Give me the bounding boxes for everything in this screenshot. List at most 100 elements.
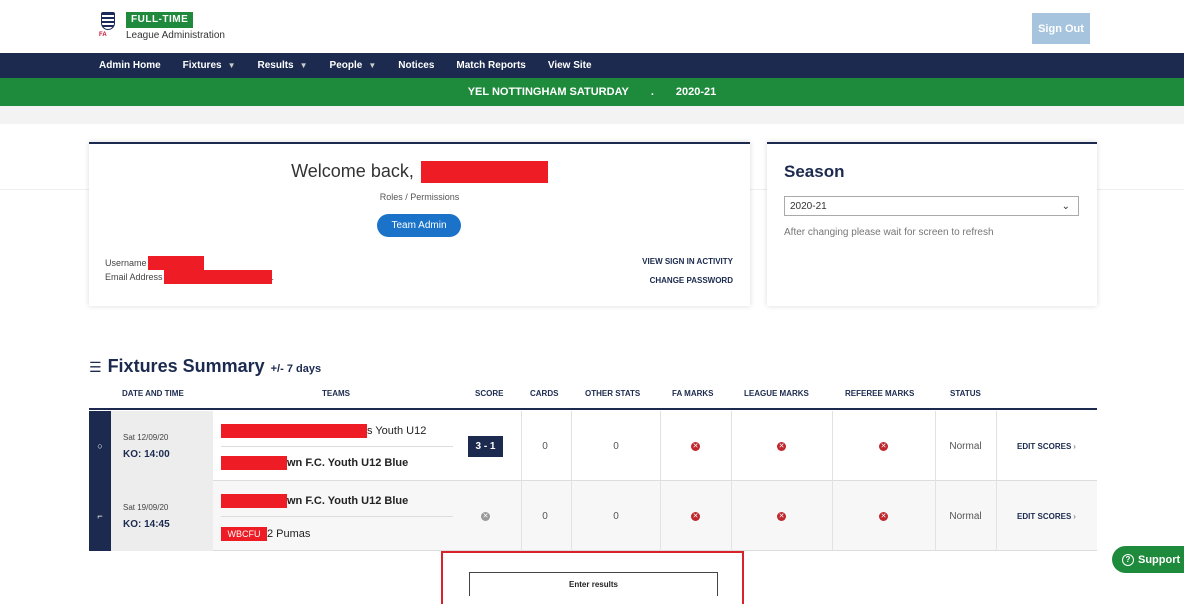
fixtures-title-text: Fixtures Summary xyxy=(107,356,265,376)
fixture-kickoff: KO: 14:00 xyxy=(123,449,170,460)
edit-scores-label: EDIT SCORES xyxy=(1017,441,1072,451)
view-sign-in-activity-link[interactable]: VIEW SIGN IN ACTIVITY xyxy=(642,257,733,266)
nav-item-fixtures[interactable]: Fixtures ▼ xyxy=(183,60,236,71)
season-title: Season xyxy=(784,162,845,181)
league-name: YEL NOTTINGHAM SATURDAY xyxy=(467,86,629,98)
season-card: Season 2020-21 ⌄ After changing please w… xyxy=(767,142,1097,306)
other-stats-cell: 0 xyxy=(613,440,619,452)
fixture-date: Sat 12/09/20 xyxy=(123,433,169,442)
fixtures-range: +/- 7 days xyxy=(270,363,322,375)
cross-circle-icon[interactable]: ✕ xyxy=(691,511,700,521)
email-suffix: . xyxy=(271,272,275,282)
fixture-date: Sat 19/09/20 xyxy=(123,503,169,512)
league-season: 2020-21 xyxy=(675,86,717,98)
chevron-down-icon: ⌄ xyxy=(1061,200,1070,212)
home-team: wn F.C. Youth U12 Blue xyxy=(221,494,408,508)
nav-label: Match Reports xyxy=(456,60,526,71)
league-bar: YEL NOTTINGHAM SATURDAY . 2020-21 xyxy=(0,78,1184,106)
welcome-title: Welcome back, xyxy=(89,161,750,184)
nav-label: Admin Home xyxy=(99,60,161,71)
page: FA FULL-TIME League Administration Sign … xyxy=(0,0,1184,604)
full-time-logo[interactable]: FA FULL-TIME League Administration xyxy=(99,12,225,41)
team-admin-button[interactable]: Team Admin xyxy=(377,214,461,237)
score-cell: 3 - 1 xyxy=(463,411,508,481)
row-status-icon: ⌐ xyxy=(89,481,111,551)
fa-marks-cell: ✕ xyxy=(660,411,731,481)
welcome-text: Welcome back, xyxy=(291,161,414,181)
username-label: Username xyxy=(105,258,147,268)
nav-item-admin-home[interactable]: Admin Home xyxy=(99,60,161,71)
col-teams[interactable]: TEAMS xyxy=(322,389,350,398)
date-cell: Sat 19/09/20 KO: 14:45 xyxy=(111,481,213,551)
caret-down-icon: ▼ xyxy=(227,61,236,70)
list-icon: ☰ xyxy=(89,359,102,375)
nav-item-people[interactable]: People ▼ xyxy=(330,60,377,71)
sub-bar xyxy=(0,106,1184,124)
cross-circle-icon[interactable]: ✕ xyxy=(879,511,888,521)
season-help-text: After changing please wait for screen to… xyxy=(784,227,994,238)
crest-label: FA xyxy=(99,32,107,38)
roles-label: Roles / Permissions xyxy=(379,192,460,202)
home-team: s Youth U12 xyxy=(221,424,426,438)
away-team: WBCFU 2 Pumas xyxy=(221,527,310,541)
nav-item-match-reports[interactable]: Match Reports xyxy=(456,60,525,71)
nav-item-notices[interactable]: Notices xyxy=(398,60,434,71)
caret-down-icon: ▼ xyxy=(299,61,308,70)
help-circle-icon: ? xyxy=(1122,553,1134,566)
fa-crest-icon: FA xyxy=(99,12,117,40)
edit-scores-label: EDIT SCORES xyxy=(1017,511,1072,521)
row-status-icon: ○ xyxy=(89,411,111,481)
email-row: Email Address . xyxy=(105,270,274,284)
col-status[interactable]: STATUS xyxy=(950,389,981,398)
nav-label: Results xyxy=(257,60,294,71)
username-row: Username xyxy=(105,256,204,270)
referee-marks-cell: ✕ xyxy=(832,481,935,551)
header-rule xyxy=(89,408,1097,410)
redacted-username xyxy=(147,256,204,270)
col-league-marks[interactable]: LEAGUE MARKS xyxy=(744,389,809,398)
cross-circle-icon[interactable]: ✕ xyxy=(777,441,786,451)
nav-item-view-site[interactable]: View Site xyxy=(548,60,592,71)
col-score[interactable]: SCORE xyxy=(475,389,503,398)
cross-circle-icon[interactable]: ✕ xyxy=(481,511,490,521)
away-team: wn F.C. Youth U12 Blue xyxy=(221,456,408,470)
chevron-right-icon: › xyxy=(1073,441,1076,451)
email-label: Email Address xyxy=(105,272,163,282)
date-cell: Sat 12/09/20 KO: 14:00 xyxy=(111,411,213,481)
edit-scores-link[interactable]: EDIT SCORES › xyxy=(996,411,1097,481)
chevron-right-icon: › xyxy=(1073,511,1076,521)
redacted-email xyxy=(163,270,272,284)
main-nav: Admin Home Fixtures ▼ Results ▼ People ▼ No… xyxy=(0,53,1184,78)
score[interactable]: 3 - 1 xyxy=(468,435,503,457)
redacted-team xyxy=(221,494,287,508)
league-marks-cell: ✕ xyxy=(731,411,832,481)
cross-circle-icon[interactable]: ✕ xyxy=(879,441,888,451)
cards-cell: 0 xyxy=(542,440,548,452)
nav-item-results[interactable]: Results ▼ xyxy=(258,60,308,71)
col-other-stats[interactable]: OTHER STATS xyxy=(585,389,640,398)
col-cards[interactable]: CARDS xyxy=(530,389,558,398)
teams-cell: wn F.C. Youth U12 Blue WBCFU 2 Pumas xyxy=(213,481,463,551)
col-fa-marks[interactable]: FA MARKS xyxy=(672,389,713,398)
table-row[interactable]: ○ Sat 12/09/20 KO: 14:00 s Youth U12 wn … xyxy=(89,411,1097,481)
enter-results-button[interactable]: Enter results xyxy=(469,572,718,596)
score-cell: ✕ xyxy=(463,481,508,551)
edit-scores-link[interactable]: EDIT SCORES › xyxy=(996,481,1097,551)
col-referee-marks[interactable]: REFEREE MARKS xyxy=(845,389,914,398)
change-password-link[interactable]: CHANGE PASSWORD xyxy=(650,276,733,285)
teams-cell: s Youth U12 wn F.C. Youth U12 Blue xyxy=(213,411,463,481)
home-team-name: s Youth U12 xyxy=(367,425,427,437)
cross-circle-icon[interactable]: ✕ xyxy=(777,511,786,521)
referee-marks-cell: ✕ xyxy=(832,411,935,481)
status-cell: Normal xyxy=(949,510,982,522)
cross-circle-icon[interactable]: ✕ xyxy=(691,441,700,451)
season-select[interactable]: 2020-21 ⌄ xyxy=(784,196,1079,216)
table-row[interactable]: ⌐ Sat 19/09/20 KO: 14:45 wn F.C. Youth U… xyxy=(89,481,1097,551)
caret-down-icon: ▼ xyxy=(368,61,377,70)
brand-badge: FULL-TIME xyxy=(126,12,194,28)
support-button[interactable]: ? Support xyxy=(1112,546,1184,573)
away-team-name: 2 Pumas xyxy=(267,528,311,540)
sign-out-button[interactable]: Sign Out xyxy=(1032,13,1090,44)
col-date[interactable]: DATE AND TIME xyxy=(122,389,184,398)
nav-label: Fixtures xyxy=(182,60,222,71)
